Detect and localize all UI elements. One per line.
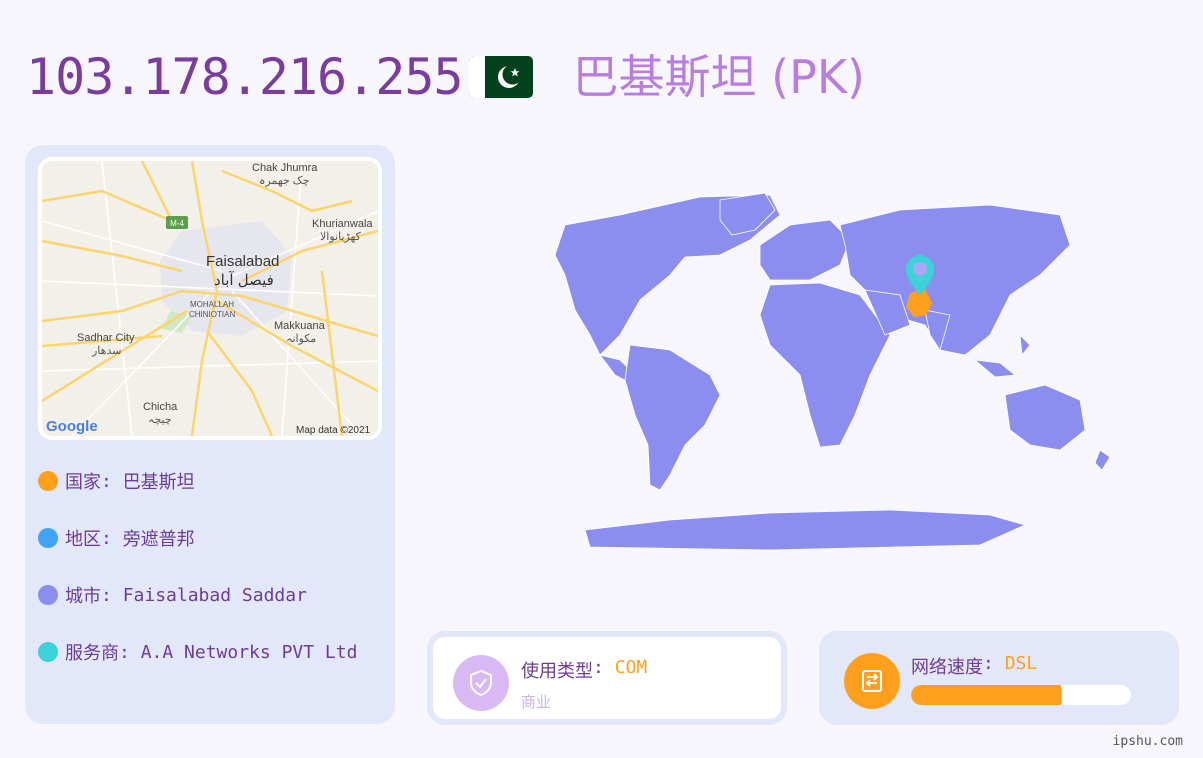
location-card: M-4 Chak Jhumra چک جھمرہ Khurianwala کھڑ…: [25, 145, 395, 724]
usage-type-sub: 商业: [521, 693, 552, 711]
shield-check-icon: [453, 655, 509, 711]
country-title: 巴基斯坦 (PK): [572, 50, 865, 104]
usage-type-label: 使用类型: [521, 661, 593, 682]
city-map[interactable]: M-4 Chak Jhumra چک جھمرہ Khurianwala کھڑ…: [38, 157, 382, 440]
map-label-faisalabad: Faisalabad: [206, 253, 279, 270]
map-label-chiniotian: CHINIOTIAN: [189, 310, 235, 319]
map-attribution: Map data ©2021: [296, 425, 371, 436]
map-label-m4: M-4: [170, 219, 184, 228]
map-label-khurianwala-ur: کھڑیانوالا: [320, 231, 362, 243]
info-country-value: 巴基斯坦: [122, 472, 195, 493]
network-speed-card: 网络速度: DSL: [819, 631, 1179, 725]
map-label-chicha-ur: چیچہ: [148, 414, 172, 426]
info-city: 城市: Faisalabad Saddar: [38, 581, 357, 609]
map-label-sadhar-ur: سدھار: [91, 345, 121, 357]
map-label-faisalabad-ur: فیصل آباد: [214, 271, 274, 289]
info-country-label: 国家: [65, 472, 101, 493]
usage-type-card: 使用类型: COM 商业: [427, 631, 787, 725]
map-label-sadhar: Sadhar City: [77, 332, 135, 344]
info-region: 地区: 旁遮普邦: [38, 524, 357, 552]
map-label-chak-jhumra: Chak Jhumra: [252, 162, 318, 174]
world-map: [554, 192, 1111, 551]
world-land: [554, 192, 1111, 551]
network-speed-value: DSL: [1004, 653, 1038, 674]
usage-type-value: COM: [614, 657, 648, 678]
info-country: 国家: 巴基斯坦: [38, 467, 357, 495]
router-icon: [844, 653, 900, 709]
page-header: 103.178.216.255 巴基斯坦 (PK): [26, 42, 865, 112]
info-list: 国家: 巴基斯坦 地区: 旁遮普邦 城市: Faisalabad Saddar …: [38, 467, 357, 695]
info-city-label: 城市: [65, 586, 101, 607]
speed-bar-fill: [911, 685, 1061, 705]
map-label-khurianwala: Khurianwala: [312, 218, 373, 230]
map-label-chak-jhumra-ur: چک جھمرہ: [259, 175, 309, 187]
info-isp-value: A.A Networks PVT Ltd: [140, 641, 358, 663]
network-speed-label: 网络速度: [911, 657, 983, 678]
info-isp: 服务商: A.A Networks PVT Ltd: [38, 638, 357, 666]
city-dot-icon: [38, 585, 58, 605]
speed-bar: [911, 685, 1131, 705]
map-label-chicha: Chicha: [143, 401, 178, 413]
map-label-makkuana: Makkuana: [274, 320, 326, 332]
country-dot-icon: [38, 471, 58, 491]
map-label-makkuana-ur: مکوانہ: [286, 333, 316, 345]
info-region-value: 旁遮普邦: [122, 529, 195, 550]
site-watermark: ipshu.com: [1112, 734, 1183, 749]
pakistan-flag-icon: [468, 56, 533, 98]
city-map-canvas: M-4 Chak Jhumra چک جھمرہ Khurianwala کھڑ…: [42, 161, 378, 436]
google-logo: Google: [46, 418, 98, 435]
isp-dot-icon: [38, 642, 58, 662]
map-label-mohallah: MOHALLAH: [190, 300, 234, 309]
info-isp-label: 服务商: [65, 643, 119, 664]
info-city-value: Faisalabad Saddar: [122, 584, 307, 606]
info-region-label: 地区: [65, 529, 101, 550]
ip-address: 103.178.216.255: [26, 48, 464, 106]
region-dot-icon: [38, 528, 58, 548]
